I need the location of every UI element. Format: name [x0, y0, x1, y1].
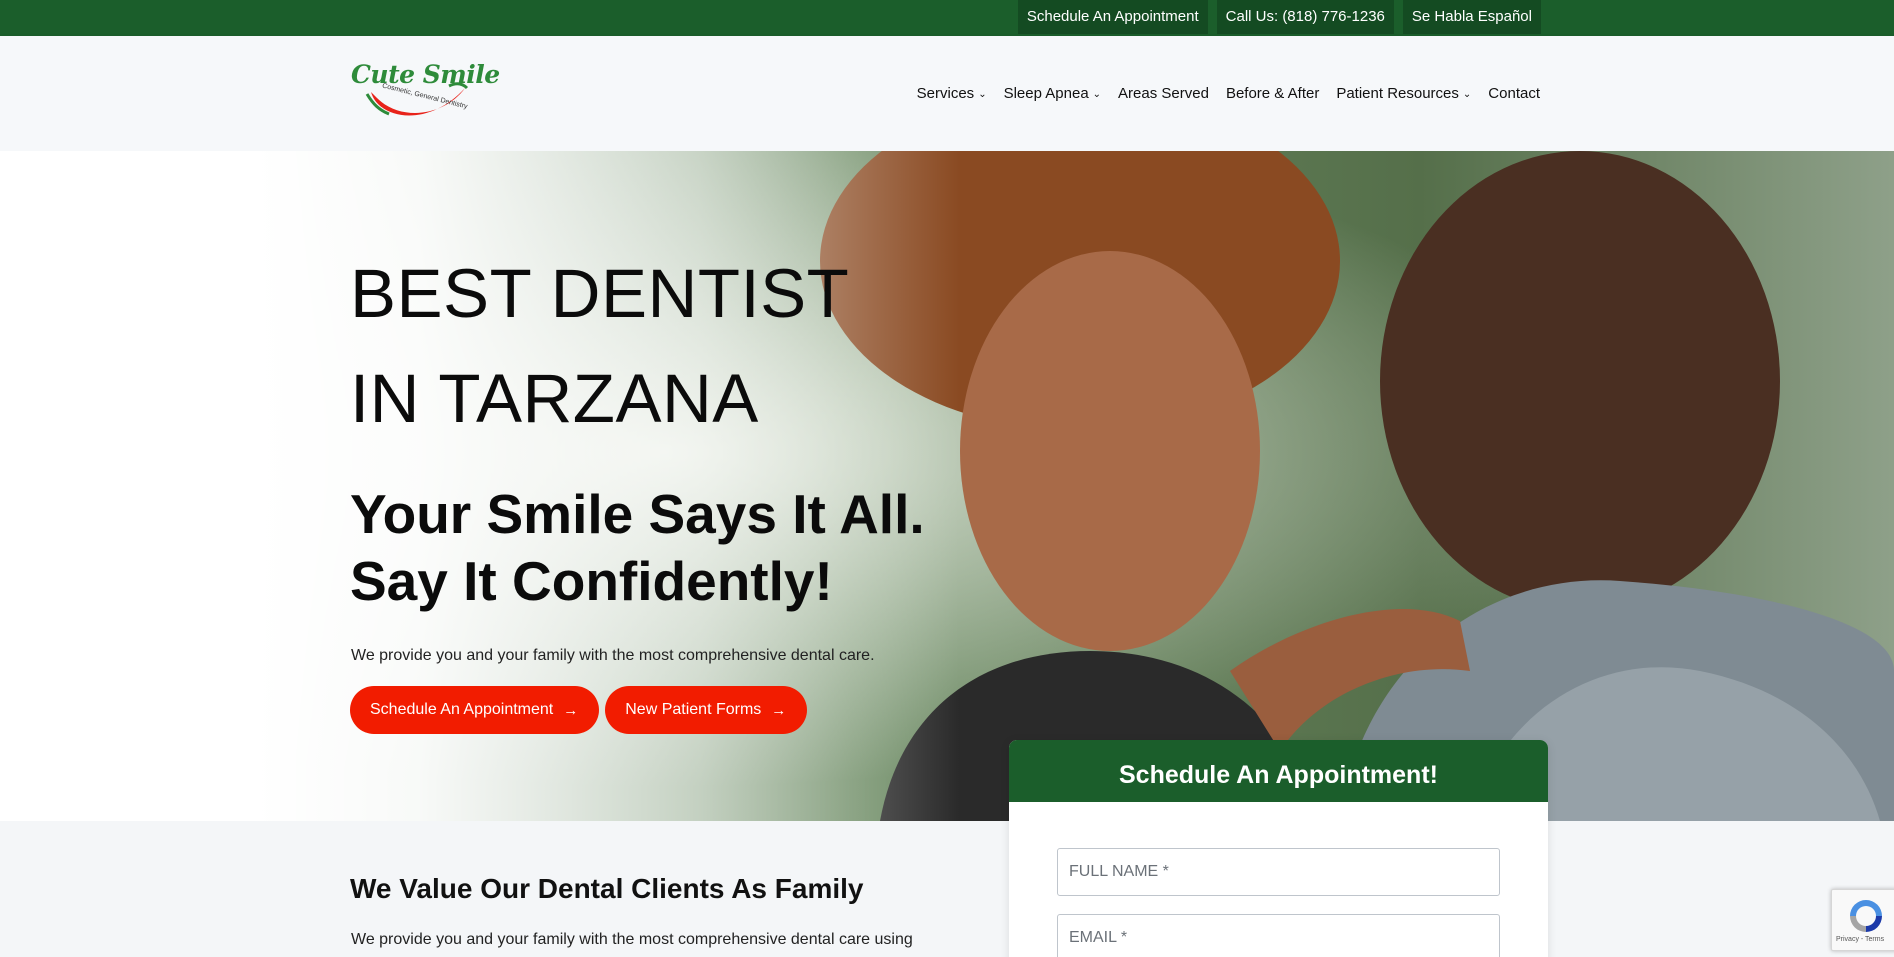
- hero-title-line-2: IN TARZANA: [350, 360, 759, 437]
- recaptcha-links: Privacy - Terms: [1836, 936, 1885, 943]
- chevron-down-icon: ⌄: [1462, 89, 1472, 100]
- logo-text: Cute Smile: [351, 60, 500, 89]
- hero-description: We provide you and your family with the …: [351, 647, 875, 664]
- nav-areas-served[interactable]: Areas Served: [1118, 85, 1209, 102]
- hero-buttons: Schedule An Appointment → New Patient Fo…: [350, 686, 808, 734]
- top-bar-links: Schedule An Appointment Call Us: (818) 7…: [1017, 0, 1541, 36]
- recaptcha-badge[interactable]: Privacy - Terms: [1831, 889, 1894, 951]
- hero-subtitle-line-2: Say It Confidently!: [350, 550, 833, 612]
- nav-sleep-apnea[interactable]: Sleep Apnea ⌄: [1004, 85, 1101, 102]
- nav-contact-label: Contact: [1488, 85, 1540, 102]
- top-bar: Schedule An Appointment Call Us: (818) 7…: [0, 0, 1894, 36]
- email-input[interactable]: EMAIL *: [1057, 914, 1500, 957]
- new-patient-forms-label: New Patient Forms: [625, 701, 762, 718]
- chevron-down-icon: ⌄: [978, 89, 987, 100]
- hero-gradient-overlay: [0, 151, 1894, 821]
- hero-subtitle: Your Smile Says It All. Say It Confident…: [350, 481, 925, 615]
- hero-subtitle-line-1: Your Smile Says It All.: [350, 483, 925, 545]
- hero-title-line-1: BEST DENTIST: [350, 255, 850, 332]
- recaptcha-icon: [1850, 900, 1882, 932]
- nav-areas-served-label: Areas Served: [1118, 85, 1209, 102]
- topbar-spanish-link[interactable]: Se Habla Español: [1402, 0, 1541, 34]
- topbar-schedule-link[interactable]: Schedule An Appointment: [1017, 0, 1208, 34]
- family-section: We Value Our Dental Clients As Family We…: [0, 821, 1894, 957]
- nav-services-label: Services: [916, 85, 975, 102]
- full-name-input[interactable]: FULL NAME *: [1057, 848, 1500, 896]
- nav-before-after[interactable]: Before & After: [1226, 85, 1319, 102]
- nav-sleep-apnea-label: Sleep Apnea: [1003, 85, 1089, 102]
- appointment-form-card: Schedule An Appointment! FULL NAME * EMA…: [1009, 740, 1548, 957]
- hero-title: BEST DENTIST IN TARZANA: [350, 241, 849, 451]
- hero-section: BEST DENTIST IN TARZANA Your Smile Says …: [0, 151, 1894, 821]
- chevron-down-icon: ⌄: [1092, 89, 1102, 100]
- appointment-form-title: Schedule An Appointment!: [1009, 740, 1548, 802]
- nav-services[interactable]: Services ⌄: [917, 85, 987, 102]
- nav-contact[interactable]: Contact: [1488, 85, 1540, 102]
- nav-patient-resources-label: Patient Resources: [1336, 85, 1459, 102]
- site-logo[interactable]: Cute Smile Cosmetic, General Dentistry: [349, 58, 500, 130]
- topbar-phone-link[interactable]: Call Us: (818) 776-1236: [1216, 0, 1394, 34]
- schedule-appointment-label: Schedule An Appointment: [370, 701, 554, 718]
- new-patient-forms-button[interactable]: New Patient Forms →: [605, 686, 808, 734]
- nav-before-after-label: Before & After: [1225, 85, 1320, 102]
- section-text: We provide you and your family with the …: [351, 931, 913, 948]
- nav-patient-resources[interactable]: Patient Resources ⌄: [1336, 85, 1471, 102]
- section-title: We Value Our Dental Clients As Family: [350, 873, 864, 904]
- arrow-right-icon: →: [771, 701, 787, 719]
- schedule-appointment-button[interactable]: Schedule An Appointment →: [350, 686, 600, 734]
- arrow-right-icon: →: [563, 701, 579, 719]
- site-header: Cute Smile Cosmetic, General Dentistry S…: [0, 36, 1894, 151]
- main-nav: Services ⌄ Sleep Apnea ⌄ Areas Served Be…: [917, 36, 1540, 151]
